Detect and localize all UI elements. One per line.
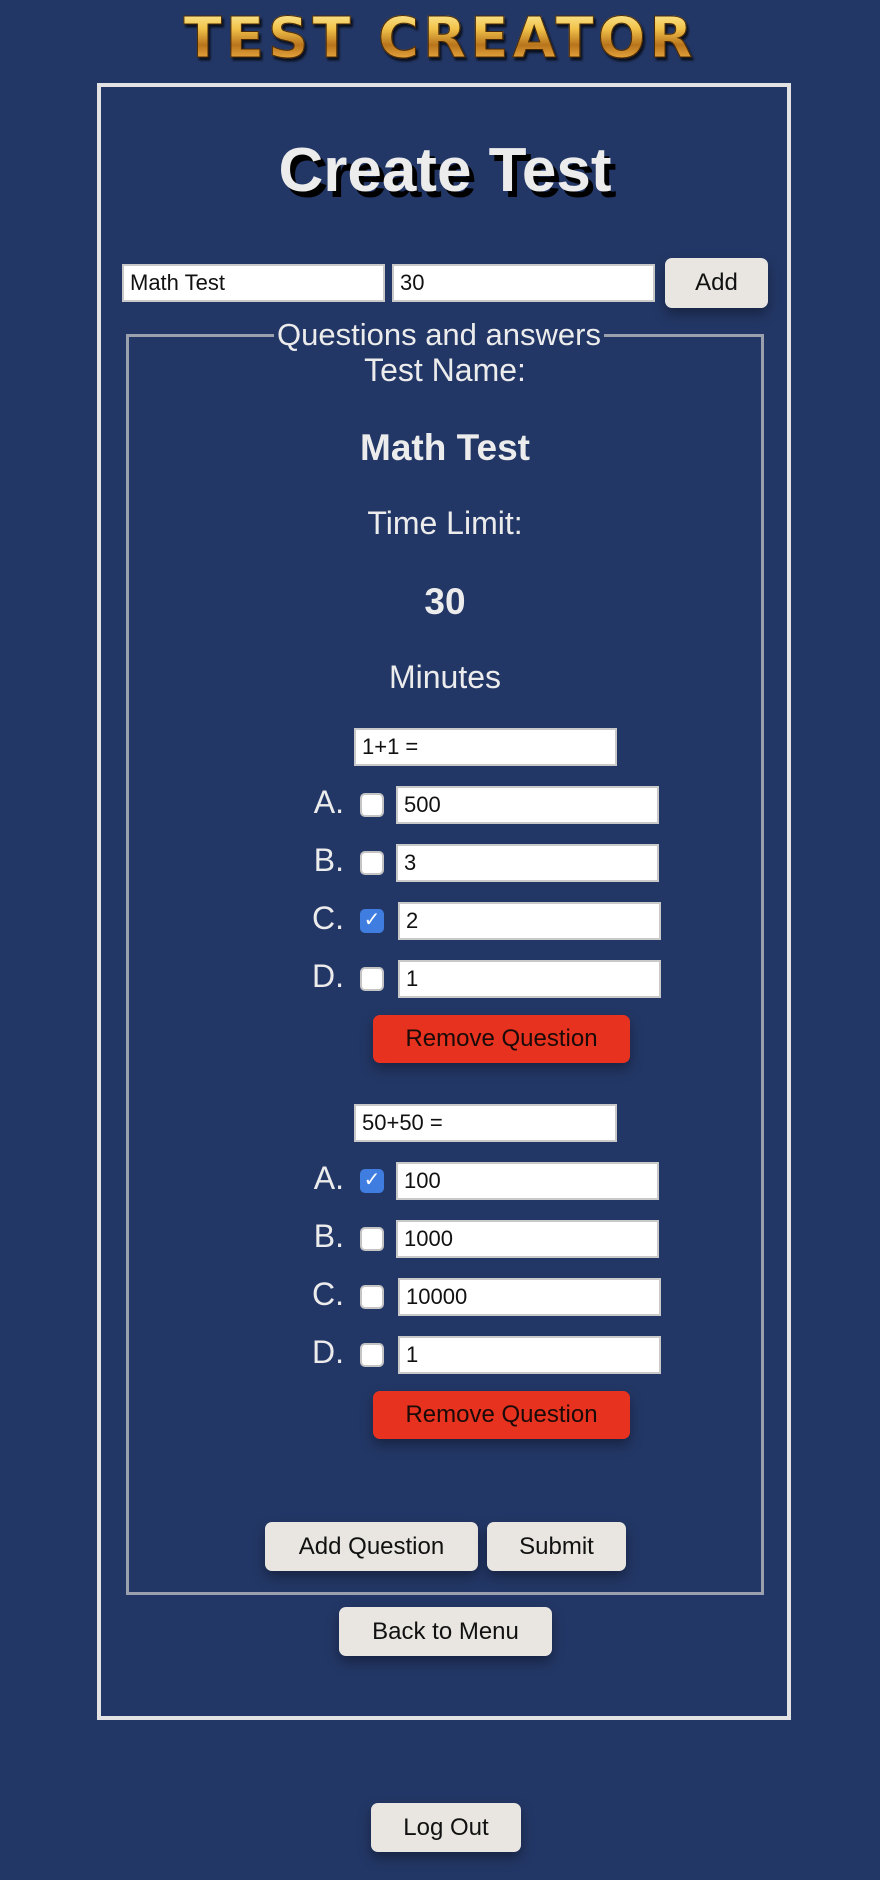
- answer-input[interactable]: [398, 960, 661, 998]
- answer-letter: D.: [312, 958, 344, 994]
- answer-letter: B.: [313, 842, 344, 878]
- answer-input[interactable]: [398, 1278, 661, 1316]
- answer-input[interactable]: [396, 1162, 659, 1200]
- answer-checkbox[interactable]: ✓: [360, 793, 384, 817]
- page-title: Create Test: [278, 136, 612, 205]
- answer-checkbox[interactable]: ✓: [360, 907, 384, 933]
- answer-input[interactable]: [396, 1220, 659, 1258]
- answer-letter: A.: [313, 784, 344, 820]
- question-text-input[interactable]: [354, 1104, 617, 1142]
- answer-checkbox[interactable]: ✓: [360, 1227, 384, 1251]
- app-logo: TEST CREATOR: [0, 6, 880, 72]
- answer-input[interactable]: [396, 844, 659, 882]
- answer-checkbox[interactable]: ✓: [360, 967, 384, 991]
- answer-input[interactable]: [398, 1336, 661, 1374]
- answer-checkbox[interactable]: ✓: [360, 851, 384, 875]
- add-question-button[interactable]: Add Question: [265, 1522, 478, 1571]
- answer-letter: A.: [313, 1160, 344, 1196]
- add-button[interactable]: Add: [665, 258, 768, 308]
- answer-input[interactable]: [396, 786, 659, 824]
- test-name-input[interactable]: [122, 264, 385, 302]
- submit-button[interactable]: Submit: [487, 1522, 626, 1571]
- test-name-value: Math Test: [360, 427, 530, 468]
- test-name-label: Test Name:: [364, 352, 526, 388]
- remove-question-button[interactable]: Remove Question: [373, 1391, 630, 1439]
- time-limit-input[interactable]: [392, 264, 655, 302]
- minutes-label: Minutes: [388, 659, 502, 695]
- answer-letter: B.: [313, 1218, 344, 1254]
- time-limit-label: Time Limit:: [367, 505, 523, 541]
- questions-legend: Questions and answers: [277, 317, 601, 352]
- answer-letter: C.: [312, 900, 344, 936]
- checkmark-icon: ✓: [363, 1167, 381, 1191]
- answer-letter: C.: [312, 1276, 344, 1312]
- back-to-menu-button[interactable]: Back to Menu: [339, 1607, 552, 1656]
- answer-checkbox[interactable]: ✓: [360, 1343, 384, 1367]
- logout-button[interactable]: Log Out: [371, 1803, 521, 1852]
- answer-checkbox[interactable]: ✓: [360, 1285, 384, 1309]
- time-limit-value: 30: [424, 581, 466, 622]
- answer-checkbox[interactable]: ✓: [360, 1167, 384, 1193]
- answer-letter: D.: [312, 1334, 344, 1370]
- question-text-input[interactable]: [354, 728, 617, 766]
- remove-question-button[interactable]: Remove Question: [373, 1015, 630, 1063]
- answer-input[interactable]: [398, 902, 661, 940]
- checkmark-icon: ✓: [363, 907, 381, 931]
